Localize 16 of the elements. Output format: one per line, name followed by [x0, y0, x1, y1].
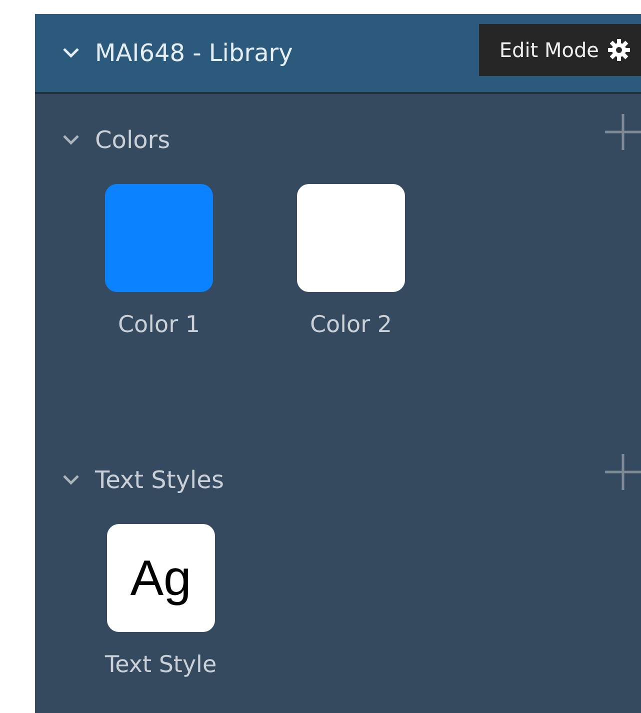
swatch-label: Text Style [105, 651, 217, 680]
color-swatch[interactable] [105, 184, 213, 292]
section-title: Text Styles [95, 465, 224, 496]
add-icon[interactable] [605, 114, 641, 150]
swatch-label: Color 1 [118, 311, 200, 340]
text-style-preview: Ag [130, 548, 192, 608]
swatch-label: Color 2 [310, 311, 392, 340]
settings-icon [607, 38, 631, 62]
library-title: MAI648 - Library [95, 38, 293, 69]
edit-mode-button[interactable]: Edit Mode [479, 24, 641, 76]
color-swatch[interactable] [297, 184, 405, 292]
add-icon[interactable] [605, 454, 641, 490]
section-title: Colors [95, 125, 170, 156]
chevron-down-icon[interactable] [63, 135, 79, 145]
chevron-down-icon[interactable] [63, 475, 79, 485]
text-style-card[interactable]: Ag [106, 524, 215, 632]
